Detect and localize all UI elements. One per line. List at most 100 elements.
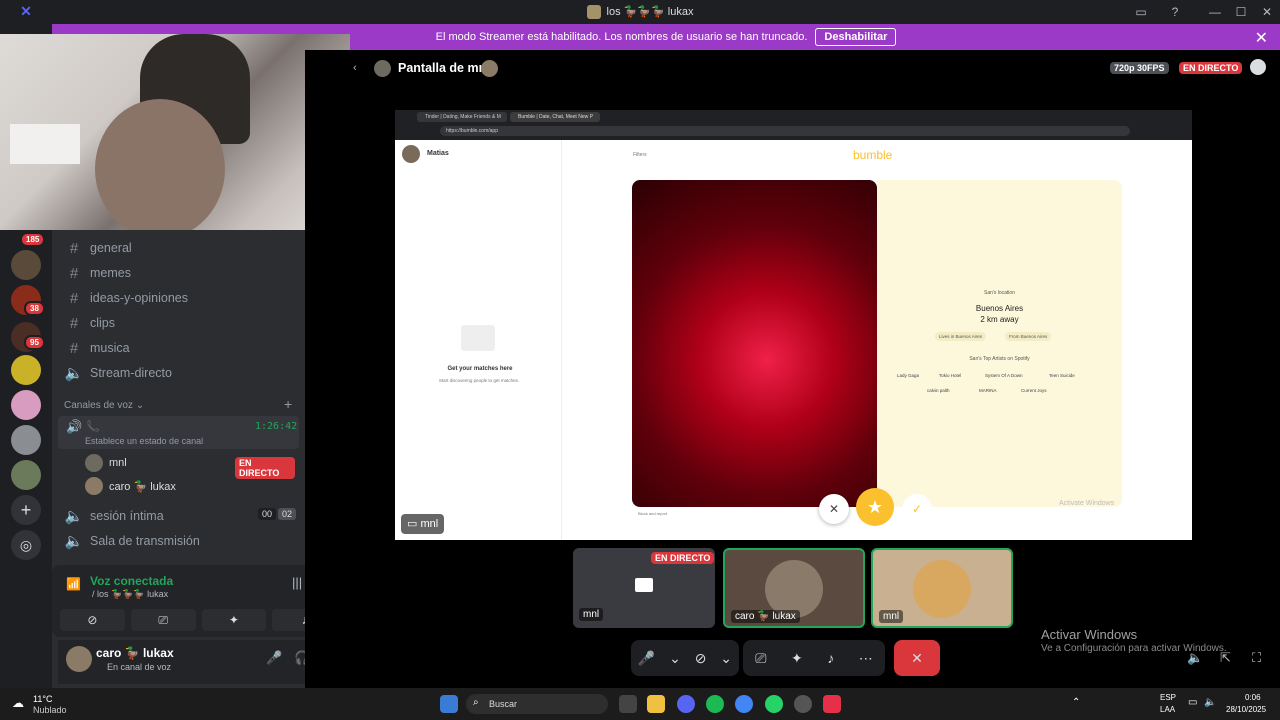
tile-label: mnl — [879, 610, 904, 623]
share-screen-button[interactable]: ⎚ — [130, 609, 196, 631]
voice-user-mnl[interactable]: mnl EN DIRECTO — [85, 454, 295, 479]
stream-owner-label: ▭ mnl — [401, 514, 445, 534]
add-channel-icon[interactable]: + — [284, 396, 292, 412]
shared-screen[interactable]: Tinder | Dating, Make Friends & M Bumble… — [395, 110, 1192, 540]
app-icon[interactable] — [794, 695, 812, 713]
title-bar: los 🦆🦆🦆 lukax ✕ ▭ ? — ☐ ✕ — [0, 0, 1280, 23]
chevron-up-icon[interactable]: ⌃ — [1072, 697, 1080, 708]
mention-badge: 95 — [24, 335, 45, 350]
channel-stream-directo[interactable]: 🔈 Stream-directo — [64, 362, 296, 384]
popout-icon[interactable]: ⇱ — [1220, 650, 1231, 666]
display-icon[interactable]: ▭ — [1188, 697, 1197, 708]
bumble-logo: bumble — [853, 148, 893, 162]
server-icon[interactable] — [11, 390, 41, 420]
mic-camera-controls: 🎤 ⌄ ⊘ ⌄ — [631, 640, 739, 676]
filters-button[interactable]: Filters — [633, 152, 647, 158]
clock-time[interactable]: 0:06 — [1245, 693, 1261, 702]
start-icon[interactable] — [440, 695, 458, 713]
server-icon[interactable] — [11, 425, 41, 455]
profile-photo[interactable] — [632, 180, 877, 507]
share-screen-icon[interactable]: ⎚ — [755, 650, 766, 667]
browser-tab[interactable]: Tinder | Dating, Make Friends & M — [417, 112, 507, 122]
pass-button[interactable]: ✕ — [819, 494, 849, 524]
block-report-link[interactable]: Block and report — [638, 511, 667, 516]
activities-button[interactable]: ✦ — [201, 609, 267, 631]
more-icon[interactable]: ⋯ — [859, 650, 873, 667]
server-icon[interactable] — [11, 250, 41, 280]
profile-details: San's location Buenos Aires 2 km away Li… — [877, 180, 1122, 507]
username[interactable]: caro 🦆 lukax — [96, 646, 174, 660]
participant-tile-caro[interactable]: caro 🦆 lukax — [723, 548, 865, 628]
volume-icon[interactable]: 🔈 — [1204, 697, 1216, 708]
avatar — [85, 454, 103, 472]
voice-channel-sesion[interactable]: 🔈 sesión íntima 00 02 — [64, 505, 297, 527]
close-button[interactable]: ✕ — [1252, 0, 1280, 23]
voice-connected-label[interactable]: Voz conectada — [90, 574, 173, 588]
whatsapp-icon[interactable] — [765, 695, 783, 713]
microphone-icon[interactable]: 🎤 — [638, 650, 655, 667]
microphone-icon[interactable]: 🎤 — [266, 650, 282, 666]
webcam-overlay[interactable] — [0, 34, 350, 230]
fullscreen-icon[interactable]: ⛶ — [1252, 650, 1261, 666]
weather-desc[interactable]: Nublado — [33, 705, 67, 715]
voice-user-caro[interactable]: caro 🦆 lukax — [85, 477, 295, 497]
add-server-icon[interactable]: + — [11, 495, 41, 525]
hash-icon: # — [69, 314, 79, 332]
back-chevron-icon[interactable]: ‹ — [353, 62, 357, 74]
discord-logo-icon: ✕ — [20, 3, 32, 19]
channel-clips[interactable]: # clips — [64, 312, 296, 334]
avatar[interactable] — [66, 646, 92, 672]
chevron-down-icon[interactable]: ⌄ — [669, 650, 681, 667]
file-explorer-icon[interactable] — [647, 695, 665, 713]
voice-channel-sala[interactable]: 🔈 Sala de transmisión — [64, 530, 296, 552]
superswipe-button[interactable]: ★ — [856, 488, 894, 526]
server-icon[interactable] — [11, 460, 41, 490]
camera-off-button[interactable]: ⊘ — [60, 609, 125, 631]
like-button[interactable]: ✓ — [902, 494, 932, 524]
avatar — [85, 477, 103, 495]
disable-streamer-button[interactable]: Deshabilitar — [815, 28, 897, 46]
live-badge: EN DIRECTO — [235, 457, 295, 479]
channel-general[interactable]: # general — [64, 237, 296, 259]
voice-category-header[interactable]: Canales de voz ⌄ — [64, 400, 144, 411]
address-bar[interactable]: https://bumble.com/app — [440, 126, 1130, 136]
language-indicator[interactable]: ESP — [1160, 693, 1176, 702]
server-icon[interactable] — [11, 355, 41, 385]
voice-channel-name[interactable]: / los 🦆🦆🦆 lukax — [92, 589, 168, 600]
discord-icon[interactable] — [677, 695, 695, 713]
volume-icon[interactable]: 🔈 — [1187, 650, 1203, 666]
activities-icon[interactable]: ✦ — [791, 650, 803, 667]
window-title: los 🦆🦆🦆 lukax — [606, 6, 694, 18]
browser-tab[interactable]: Bumble | Date, Chat, Meet New P — [510, 112, 600, 122]
tiktok-icon[interactable] — [823, 695, 841, 713]
clock-date[interactable]: 28/10/2025 — [1226, 705, 1266, 714]
close-icon[interactable]: ✕ — [1255, 28, 1268, 48]
artist-chip: System Of A Down — [985, 373, 1023, 378]
channel-musica[interactable]: # musica — [64, 337, 296, 359]
task-view-icon[interactable] — [619, 695, 637, 713]
weather-temp[interactable]: 11°C — [33, 694, 52, 704]
help-icon[interactable]: ? — [1160, 0, 1190, 23]
windows-taskbar: ☁ 11°C Nublado ⌕ Buscar ⌃ ESP LAA ▭ 🔈 0:… — [0, 688, 1280, 720]
chat-icon[interactable] — [1250, 59, 1266, 75]
disconnect-button[interactable]: ✕ — [894, 640, 940, 676]
chevron-down-icon[interactable]: ⌄ — [720, 650, 732, 667]
channel-ideas[interactable]: # ideas-y-opiniones — [64, 287, 296, 309]
camera-off-icon[interactable]: ⊘ — [695, 650, 707, 667]
search-box[interactable]: ⌕ Buscar — [466, 694, 608, 714]
participant-tile-mnl[interactable]: mnl — [871, 548, 1013, 628]
language-region[interactable]: LAA — [1160, 705, 1175, 714]
speaker-icon: 🔊 — [66, 419, 83, 434]
noise-suppression-icon[interactable]: ||| — [292, 575, 302, 590]
stream-title: Pantalla de mnl — [398, 61, 490, 75]
spotify-icon[interactable] — [706, 695, 724, 713]
chrome-icon[interactable] — [735, 695, 753, 713]
active-voice-channel[interactable]: 🔊 📞 1:26:42 Establece un estado de canal — [58, 416, 299, 449]
channel-memes[interactable]: # memes — [64, 262, 296, 284]
channel-status[interactable]: Establece un estado de canal — [85, 436, 203, 446]
soundboard-icon[interactable]: ♪ — [827, 650, 834, 666]
participant-tile-mnl-stream[interactable]: EN DIRECTO mnl — [573, 548, 715, 628]
inbox-icon[interactable]: ▭ — [1126, 0, 1156, 23]
artist-chip: Tokio Hotel — [939, 373, 962, 378]
explore-icon[interactable]: ◎ — [11, 530, 41, 560]
